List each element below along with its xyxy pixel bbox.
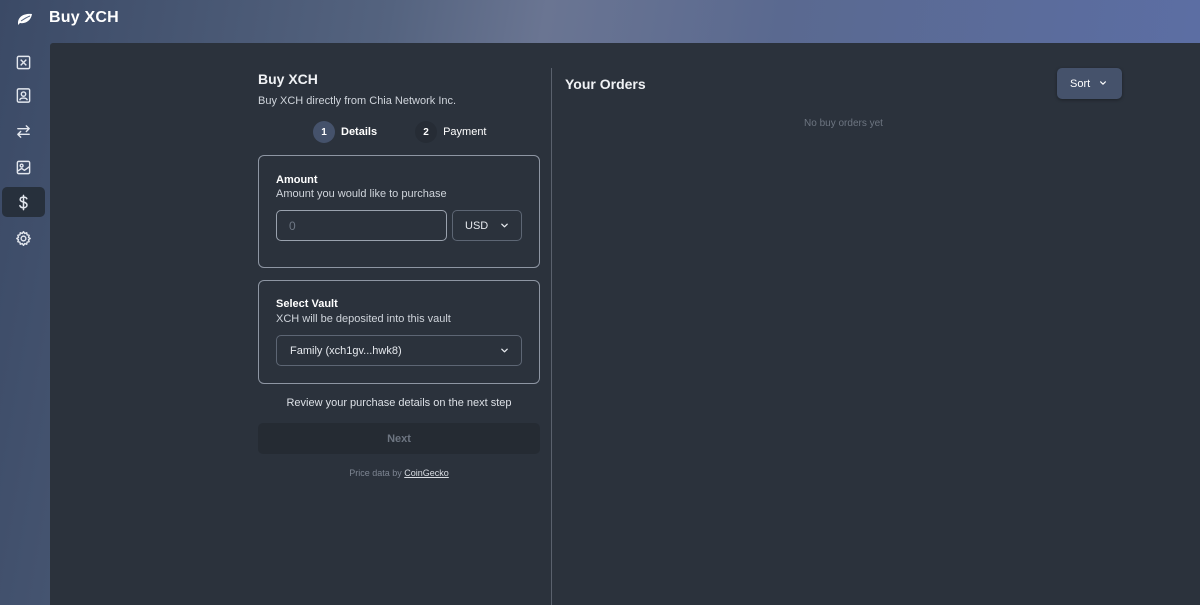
coingecko-link[interactable]: CoinGecko [404, 468, 449, 478]
price-attribution: Price data by CoinGecko [258, 468, 540, 478]
sort-label: Sort [1070, 77, 1091, 90]
contact-card-icon [16, 87, 31, 103]
vault-card: Select Vault XCH will be deposited into … [258, 280, 540, 384]
page-subtitle: Buy XCH directly from Chia Network Inc. [258, 95, 457, 107]
sidebar-item-contacts[interactable] [2, 80, 45, 110]
next-button[interactable]: Next [258, 423, 540, 454]
image-icon [16, 160, 31, 174]
sidebar-item-nfts[interactable] [2, 152, 45, 182]
step-details: 1 Details [313, 121, 377, 143]
gear-icon [16, 230, 31, 246]
review-note: Review your purchase details on the next… [286, 397, 512, 409]
chia-leaf-icon [18, 13, 32, 25]
step-number: 1 [313, 121, 335, 143]
stepper: 1 Details 2 Payment [313, 121, 525, 143]
wallet-icon [16, 55, 31, 69]
column-divider [551, 68, 552, 605]
currency-select[interactable]: USD [452, 210, 522, 241]
step-number: 2 [415, 121, 438, 143]
app-title: Buy XCH [49, 9, 119, 26]
amount-input[interactable] [276, 210, 447, 241]
dollar-icon [19, 194, 28, 210]
sidebar-item-transactions[interactable] [2, 116, 45, 146]
buy-form: Buy XCH Buy XCH directly from Chia Netwo… [258, 43, 540, 605]
swap-arrows-icon [17, 124, 30, 138]
step-label: Payment [443, 126, 487, 138]
chevron-down-icon [1100, 81, 1106, 85]
step-payment: 2 Payment [415, 121, 487, 143]
sidebar-item-settings[interactable] [2, 223, 45, 253]
vault-title: Select Vault [276, 298, 338, 310]
sort-button[interactable]: Sort [1057, 68, 1122, 99]
orders-empty-message: No buy orders yet [804, 118, 883, 129]
page-title: Buy XCH [258, 71, 318, 87]
step-label: Details [341, 126, 378, 138]
vault-value: Family (xch1gv...hwk8) [290, 344, 402, 357]
title-bar: Buy XCH [0, 0, 1200, 42]
chevron-down-icon [501, 348, 508, 353]
amount-title: Amount [276, 174, 318, 186]
vault-select[interactable]: Family (xch1gv...hwk8) [276, 335, 522, 366]
sidebar-item-buy[interactable] [2, 187, 45, 217]
currency-value: USD [465, 219, 489, 232]
chevron-down-icon [501, 223, 508, 228]
orders-title: Your Orders [565, 76, 646, 92]
main-panel: Buy XCH Buy XCH directly from Chia Netwo… [50, 43, 1200, 605]
amount-description: Amount you would like to purchase [276, 188, 447, 200]
sidebar-item-wallet[interactable] [2, 47, 45, 77]
sidebar [0, 42, 48, 605]
vault-description: XCH will be deposited into this vault [276, 313, 451, 325]
amount-card: Amount Amount you would like to purchase… [258, 155, 540, 268]
price-prefix: Price data by [349, 468, 402, 478]
